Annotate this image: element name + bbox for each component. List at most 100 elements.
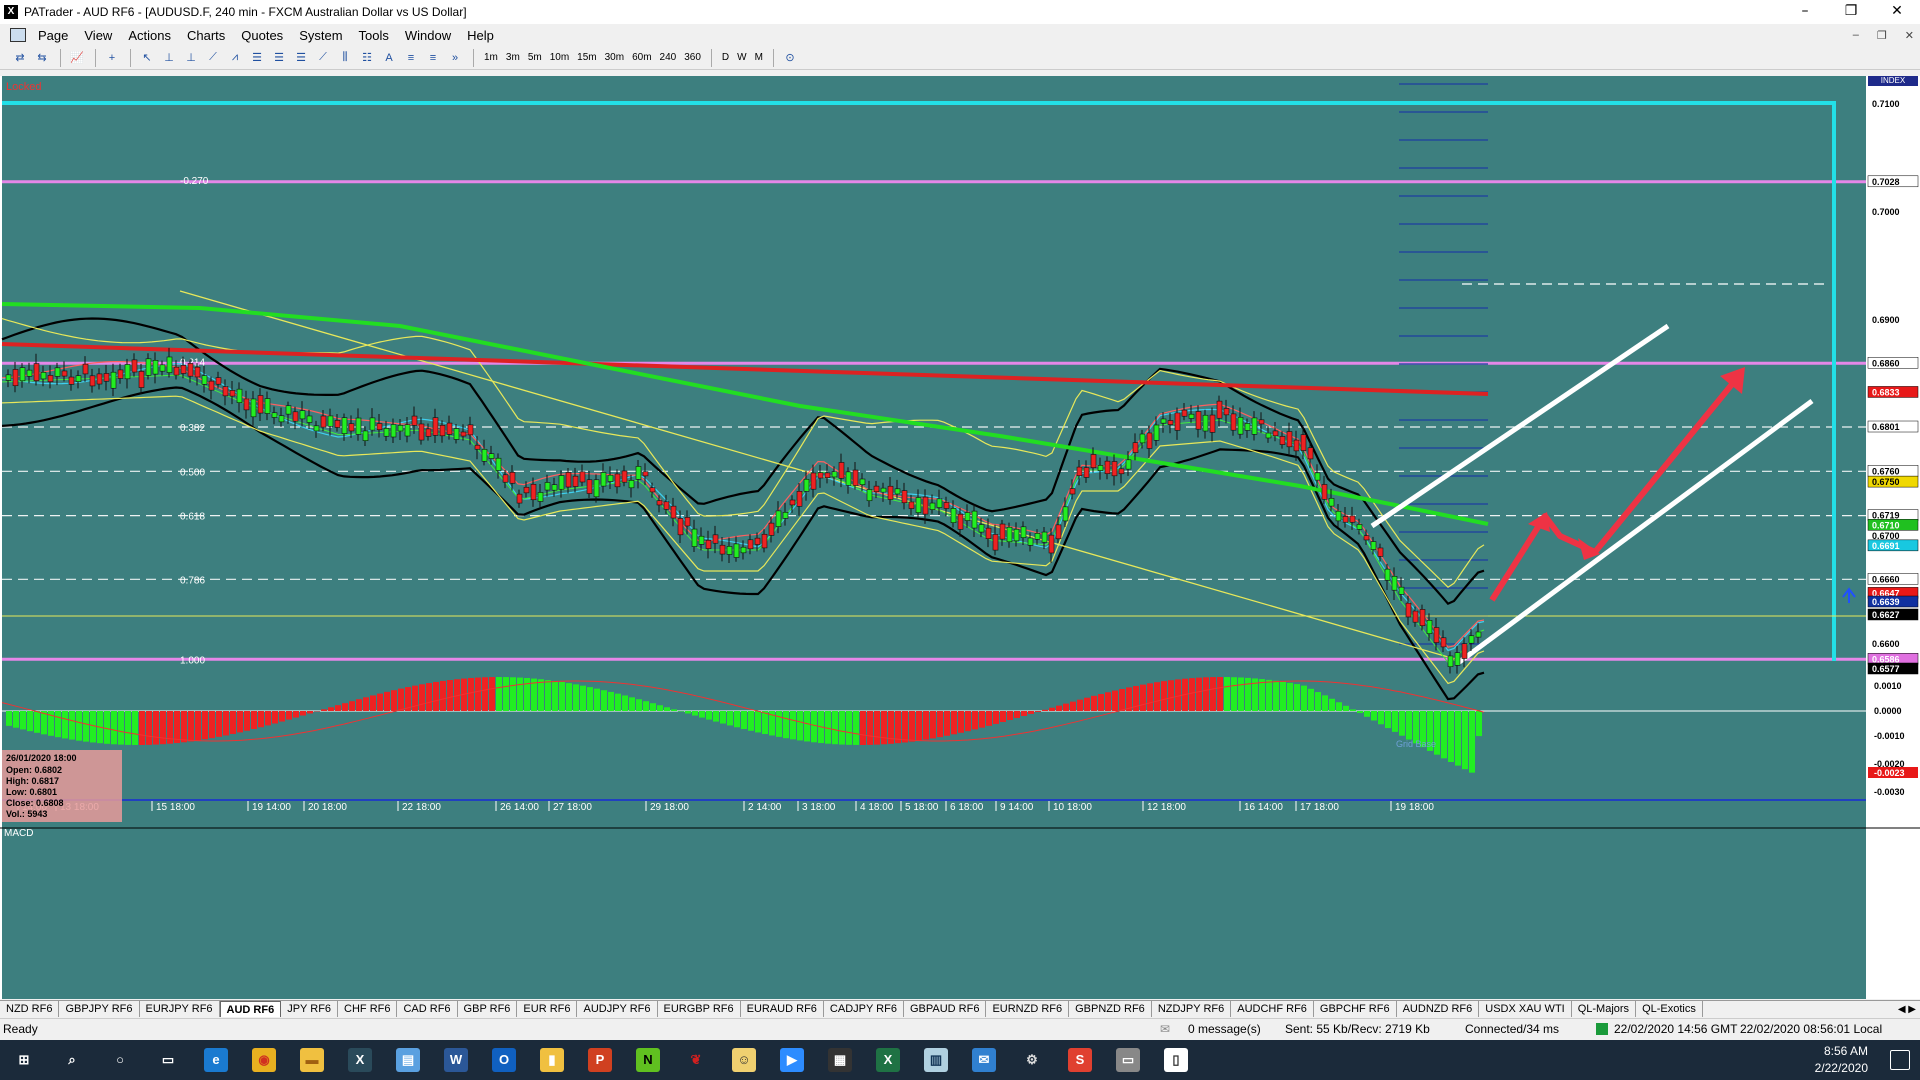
tab-usdx-xau-wti[interactable]: USDX XAU WTI xyxy=(1479,1001,1572,1017)
compare-icon[interactable]: ⇆ xyxy=(32,49,52,67)
page-icon[interactable] xyxy=(10,28,26,42)
tab-gbp-rf6[interactable]: GBP RF6 xyxy=(458,1001,518,1017)
tab-eurnzd-rf6[interactable]: EURNZD RF6 xyxy=(986,1001,1070,1017)
status-messages[interactable]: 0 message(s) xyxy=(1188,1022,1261,1036)
timeframe-30m[interactable]: 30m xyxy=(601,52,628,63)
menu-actions[interactable]: Actions xyxy=(120,28,179,43)
powerpoint-icon[interactable]: P xyxy=(576,1040,624,1080)
tab-nzdjpy-rf6[interactable]: NZDJPY RF6 xyxy=(1152,1001,1232,1017)
menu-page[interactable]: Page xyxy=(30,28,76,43)
clock-icon[interactable]: ⊙ xyxy=(780,49,800,67)
timeframe-360[interactable]: 360 xyxy=(680,52,705,63)
message-icon[interactable]: ✉ xyxy=(1160,1022,1170,1036)
timeframe-3m[interactable]: 3m xyxy=(502,52,524,63)
menu-system[interactable]: System xyxy=(291,28,350,43)
app-s-icon[interactable]: S xyxy=(1056,1040,1104,1080)
notification-icon[interactable] xyxy=(1890,1050,1910,1070)
timeframe-15m[interactable]: 15m xyxy=(573,52,600,63)
app-tools-icon[interactable]: ⚙ xyxy=(1008,1040,1056,1080)
period-daily[interactable]: D xyxy=(718,52,733,63)
app-id-icon[interactable]: ☺ xyxy=(720,1040,768,1080)
windows-icon[interactable]: ⊞ xyxy=(0,1040,48,1080)
fib-fan-icon[interactable]: ⩘ xyxy=(225,49,245,67)
app-mail-icon[interactable]: ✉ xyxy=(960,1040,1008,1080)
close-button[interactable]: ✕ xyxy=(1874,0,1920,24)
notepad2-icon[interactable]: ▯ xyxy=(1152,1040,1200,1080)
menu-help[interactable]: Help xyxy=(459,28,502,43)
chrome-icon[interactable]: ◉ xyxy=(240,1040,288,1080)
zoom-icon[interactable]: ▶ xyxy=(768,1040,816,1080)
tab-gbpaud-rf6[interactable]: GBPAUD RF6 xyxy=(904,1001,987,1017)
levels-icon[interactable]: ≡ xyxy=(423,49,443,67)
menu-charts[interactable]: Charts xyxy=(179,28,233,43)
tab-scroll-arrows[interactable]: ◀ ▶ xyxy=(1894,1004,1920,1015)
menu-view[interactable]: View xyxy=(76,28,120,43)
period-weekly[interactable]: W xyxy=(733,52,750,63)
vline-icon[interactable]: ⊥ xyxy=(181,49,201,67)
fib-channel-icon[interactable]: ☰ xyxy=(291,49,311,67)
trendline-icon[interactable]: ⟋ xyxy=(203,49,223,67)
excel-icon[interactable]: X xyxy=(864,1040,912,1080)
more-tools-icon[interactable]: » xyxy=(445,49,465,67)
notepad-icon[interactable]: ▤ xyxy=(384,1040,432,1080)
child-minimize-button[interactable]: – xyxy=(1853,29,1859,42)
hline-icon[interactable]: ⊥ xyxy=(159,49,179,67)
tab-jpy-rf6[interactable]: JPY RF6 xyxy=(281,1001,339,1017)
tab-audchf-rf6[interactable]: AUDCHF RF6 xyxy=(1231,1001,1314,1017)
tab-gbpnzd-rf6[interactable]: GBPNZD RF6 xyxy=(1069,1001,1152,1017)
line-chart-icon[interactable]: 📈 xyxy=(67,49,87,67)
tab-chf-rf6[interactable]: CHF RF6 xyxy=(338,1001,398,1017)
tab-nzd-rf6[interactable]: NZD RF6 xyxy=(0,1001,60,1017)
app-red-icon[interactable]: ❦ xyxy=(672,1040,720,1080)
timeframe-240[interactable]: 240 xyxy=(656,52,681,63)
menu-quotes[interactable]: Quotes xyxy=(233,28,291,43)
app-gray-icon[interactable]: ▭ xyxy=(1104,1040,1152,1080)
calculator-icon[interactable]: ▦ xyxy=(816,1040,864,1080)
edge-icon[interactable]: e xyxy=(192,1040,240,1080)
timeframe-5m[interactable]: 5m xyxy=(524,52,546,63)
fib-retracement-icon[interactable]: ☰ xyxy=(247,49,267,67)
child-restore-button[interactable]: ❐ xyxy=(1877,29,1887,42)
app-chart-icon[interactable]: ▥ xyxy=(912,1040,960,1080)
file-explorer-icon[interactable]: ▬ xyxy=(288,1040,336,1080)
crosshair-icon[interactable]: + xyxy=(102,49,122,67)
child-close-button[interactable]: ✕ xyxy=(1905,29,1914,42)
tab-aud-rf6[interactable]: AUD RF6 xyxy=(219,1001,282,1017)
outlook-icon[interactable]: O xyxy=(480,1040,528,1080)
search-icon[interactable]: ⌕ xyxy=(48,1040,96,1080)
gann-fan-icon[interactable]: ⟋ xyxy=(313,49,333,67)
cortana-icon[interactable]: ○ xyxy=(96,1040,144,1080)
tab-ql-majors[interactable]: QL-Majors xyxy=(1572,1001,1637,1017)
menu-window[interactable]: Window xyxy=(397,28,459,43)
app-n-icon[interactable]: N xyxy=(624,1040,672,1080)
cycle-lines-icon[interactable]: ⫼ xyxy=(335,49,355,67)
tab-audnzd-rf6[interactable]: AUDNZD RF6 xyxy=(1397,1001,1480,1017)
tab-cadjpy-rf6[interactable]: CADJPY RF6 xyxy=(824,1001,904,1017)
tab-eur-rf6[interactable]: EUR RF6 xyxy=(517,1001,578,1017)
tab-audjpy-rf6[interactable]: AUDJPY RF6 xyxy=(577,1001,658,1017)
taskbar-clock[interactable]: 8:56 AM 2/22/2020 xyxy=(1815,1043,1868,1077)
period-monthly[interactable]: M xyxy=(751,52,767,63)
timeframe-1m[interactable]: 1m xyxy=(480,52,502,63)
tab-eurjpy-rf6[interactable]: EURJPY RF6 xyxy=(140,1001,220,1017)
timeframe-10m[interactable]: 10m xyxy=(546,52,573,63)
text-tool-icon[interactable]: A xyxy=(379,49,399,67)
fib-extension-icon[interactable]: ☰ xyxy=(269,49,289,67)
tab-ql-exotics[interactable]: QL-Exotics xyxy=(1636,1001,1703,1017)
tab-gbpchf-rf6[interactable]: GBPCHF RF6 xyxy=(1314,1001,1397,1017)
pointer-icon[interactable]: ↖ xyxy=(137,49,157,67)
chart-canvas[interactable]: -0.2700.2140.3820.5000.6180.7861.000 0.7… xyxy=(0,76,1920,999)
tab-euraud-rf6[interactable]: EURAUD RF6 xyxy=(741,1001,824,1017)
minimize-button[interactable]: – xyxy=(1782,0,1828,24)
chart-area[interactable]: -0.270 0.214 0.382 0.500 0.618 0.786 1.000 0.7… xyxy=(0,76,1920,999)
patrader-icon[interactable]: X xyxy=(336,1040,384,1080)
tab-eurgbp-rf6[interactable]: EURGBP RF6 xyxy=(658,1001,741,1017)
grid-icon[interactable]: ☷ xyxy=(357,49,377,67)
price-levels-icon[interactable]: ≡ xyxy=(401,49,421,67)
maximize-button[interactable]: ❐ xyxy=(1828,0,1874,24)
tab-gbpjpy-rf6[interactable]: GBPJPY RF6 xyxy=(59,1001,140,1017)
task-view-icon[interactable]: ▭ xyxy=(144,1040,192,1080)
files-icon[interactable]: ▮ xyxy=(528,1040,576,1080)
tab-cad-rf6[interactable]: CAD RF6 xyxy=(397,1001,458,1017)
chart-type-icon[interactable]: ⇄ xyxy=(10,49,30,67)
